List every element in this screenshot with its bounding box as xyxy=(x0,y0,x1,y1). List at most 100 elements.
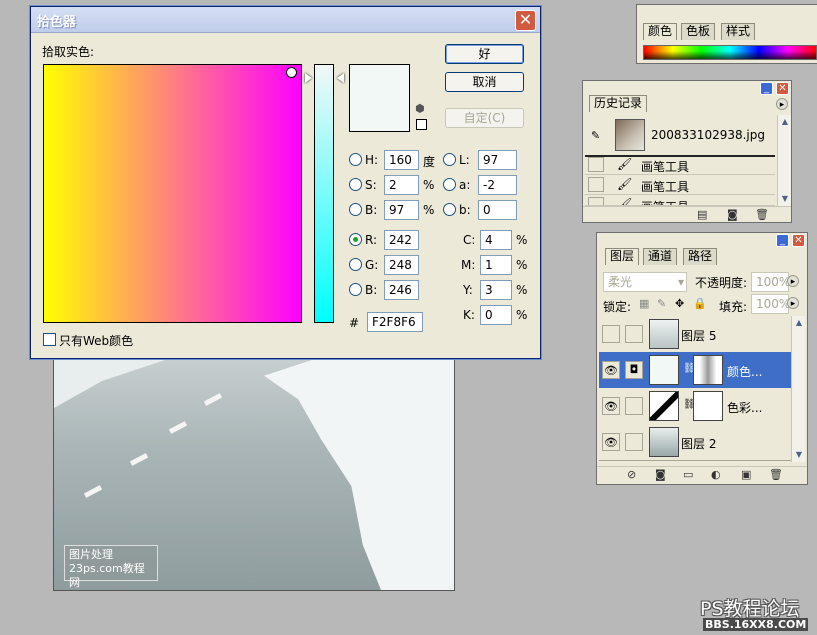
layer-row[interactable]: 👁 ⛓ 色彩... xyxy=(599,388,791,425)
tab-styles[interactable]: 样式 xyxy=(721,23,756,40)
lock-all-icon[interactable]: 🔒 xyxy=(693,297,707,310)
tab-history[interactable]: 历史记录 xyxy=(589,95,648,112)
layer-link-toggle[interactable] xyxy=(625,325,643,343)
color-slider[interactable] xyxy=(314,64,334,323)
radio-lab-b[interactable] xyxy=(443,203,456,216)
web-safe-swatch[interactable] xyxy=(416,119,427,130)
opacity-slider-button[interactable]: ▸ xyxy=(787,275,799,287)
history-snapshot[interactable]: ✎ 200833102938.jpg xyxy=(585,117,775,157)
tab-color[interactable]: 颜色 xyxy=(643,23,678,40)
history-item[interactable]: 🖌 画笔工具 xyxy=(585,195,775,206)
trash-icon[interactable]: 🗑 xyxy=(755,208,769,221)
eye-icon[interactable]: 👁 xyxy=(602,433,620,451)
field-c[interactable]: 4 xyxy=(480,230,512,250)
history-item[interactable]: 🖌 画笔工具 xyxy=(585,155,775,175)
radio-r[interactable] xyxy=(349,233,362,246)
slider-left-arrow-icon[interactable] xyxy=(305,73,312,83)
layer-row-selected[interactable]: 👁 ◘ ⛓ 颜色... xyxy=(599,352,791,389)
radio-s[interactable] xyxy=(349,178,362,191)
history-item[interactable]: 🖌 画笔工具 xyxy=(585,175,775,195)
color-panel: 颜色 色板 样式 xyxy=(636,4,817,64)
custom-button[interactable]: 自定(C) xyxy=(445,108,524,128)
layer-link-toggle[interactable] xyxy=(625,433,643,451)
layer-link-toggle[interactable] xyxy=(625,397,643,415)
field-g[interactable]: 248 xyxy=(384,255,419,275)
field-h[interactable]: 160 xyxy=(384,150,419,170)
add-mask-icon[interactable]: ◙ xyxy=(655,468,666,481)
field-r[interactable]: 242 xyxy=(384,230,419,250)
ok-button[interactable]: 好 xyxy=(445,44,524,64)
tab-channels[interactable]: 通道 xyxy=(643,248,678,265)
snapshot-camera-icon[interactable]: ◙ xyxy=(727,208,738,221)
lock-position-icon[interactable]: ✥ xyxy=(675,297,684,310)
new-document-icon[interactable]: ▤ xyxy=(697,208,707,221)
history-source-checkbox[interactable] xyxy=(588,177,604,192)
close-button[interactable]: ✕ xyxy=(515,10,536,31)
panel-menu-button[interactable]: ▸ xyxy=(776,98,788,110)
field-lab-b[interactable]: 0 xyxy=(478,200,517,220)
label-k: K: xyxy=(463,308,475,322)
fill-field[interactable]: 100% xyxy=(751,294,790,314)
field-k[interactable]: 0 xyxy=(480,305,512,325)
history-source-checkbox[interactable] xyxy=(588,157,604,172)
radio-l[interactable] xyxy=(443,153,456,166)
close-button[interactable]: ✕ xyxy=(792,234,805,247)
scroll-down-icon[interactable]: ▼ xyxy=(779,193,791,205)
slider-right-arrow-icon[interactable] xyxy=(337,73,344,83)
link-layers-icon[interactable]: ⊘ xyxy=(627,468,636,481)
field-y[interactable]: 3 xyxy=(480,280,512,300)
close-icon: ✕ xyxy=(778,83,787,94)
scroll-down-icon[interactable]: ▼ xyxy=(793,449,805,461)
layers-scrollbar[interactable]: ▲ ▼ xyxy=(791,316,805,462)
radio-b[interactable] xyxy=(349,203,362,216)
opacity-label: 不透明度: xyxy=(695,276,748,290)
field-m[interactable]: 1 xyxy=(480,255,512,275)
color-field-marker[interactable] xyxy=(286,67,297,78)
minimize-button[interactable]: _ xyxy=(776,234,789,247)
opacity-field[interactable]: 100% xyxy=(751,272,790,292)
scroll-up-icon[interactable]: ▲ xyxy=(793,317,805,329)
radio-g[interactable] xyxy=(349,258,362,271)
document-canvas[interactable]: 图片处理 23ps.com教程网 xyxy=(53,356,455,591)
history-scrollbar[interactable]: ▲ ▼ xyxy=(777,115,791,206)
tab-swatches[interactable]: 色板 xyxy=(681,23,716,40)
layer-row[interactable]: 👁 图层 2 xyxy=(599,424,791,461)
radio-a[interactable] xyxy=(443,178,456,191)
brush-mask-icon[interactable]: ◘ xyxy=(625,361,643,379)
close-button[interactable]: ✕ xyxy=(776,82,789,95)
scroll-up-icon[interactable]: ▲ xyxy=(779,116,791,128)
fill-slider-button[interactable]: ▸ xyxy=(787,297,799,309)
lock-transparent-icon[interactable]: ▦ xyxy=(639,297,649,310)
minimize-button[interactable]: _ xyxy=(760,82,773,95)
web-colors-checkbox[interactable] xyxy=(43,333,56,346)
new-layer-icon[interactable]: ▣ xyxy=(741,468,751,481)
color-field[interactable] xyxy=(43,64,302,323)
visibility-toggle[interactable] xyxy=(602,325,620,343)
blend-mode-select[interactable]: 柔光 ▾ xyxy=(603,272,687,292)
cancel-button[interactable]: 取消 xyxy=(445,72,524,92)
field-s[interactable]: 2 xyxy=(384,175,419,195)
tab-layers[interactable]: 图层 xyxy=(605,248,640,265)
lock-image-icon[interactable]: ✎ xyxy=(657,297,666,310)
new-group-icon[interactable]: ▭ xyxy=(683,468,693,481)
adjustment-layer-icon[interactable]: ◐ xyxy=(711,468,721,481)
field-a[interactable]: -2 xyxy=(478,175,517,195)
hex-field[interactable]: F2F8F6 xyxy=(367,312,423,332)
eye-icon[interactable]: 👁 xyxy=(602,361,620,379)
color-spectrum[interactable] xyxy=(643,45,817,60)
radio-h[interactable] xyxy=(349,153,362,166)
layer-name: 色彩... xyxy=(727,401,763,415)
history-source-checkbox[interactable] xyxy=(588,197,604,205)
layer-row[interactable]: 图层 5 xyxy=(599,316,791,353)
dialog-title: 拾色器 xyxy=(37,15,77,30)
field-b[interactable]: 97 xyxy=(384,200,419,220)
field-rgb-b[interactable]: 246 xyxy=(384,280,419,300)
layer-thumbnail xyxy=(649,427,679,457)
radio-rgb-b[interactable] xyxy=(349,283,362,296)
eye-icon[interactable]: 👁 xyxy=(602,397,620,415)
gamut-cube-icon[interactable]: ⬢ xyxy=(415,103,427,115)
tab-paths[interactable]: 路径 xyxy=(683,248,718,265)
trash-icon[interactable]: 🗑 xyxy=(769,468,783,481)
dialog-titlebar[interactable]: 拾色器 ✕ xyxy=(31,7,540,33)
field-l[interactable]: 97 xyxy=(478,150,517,170)
